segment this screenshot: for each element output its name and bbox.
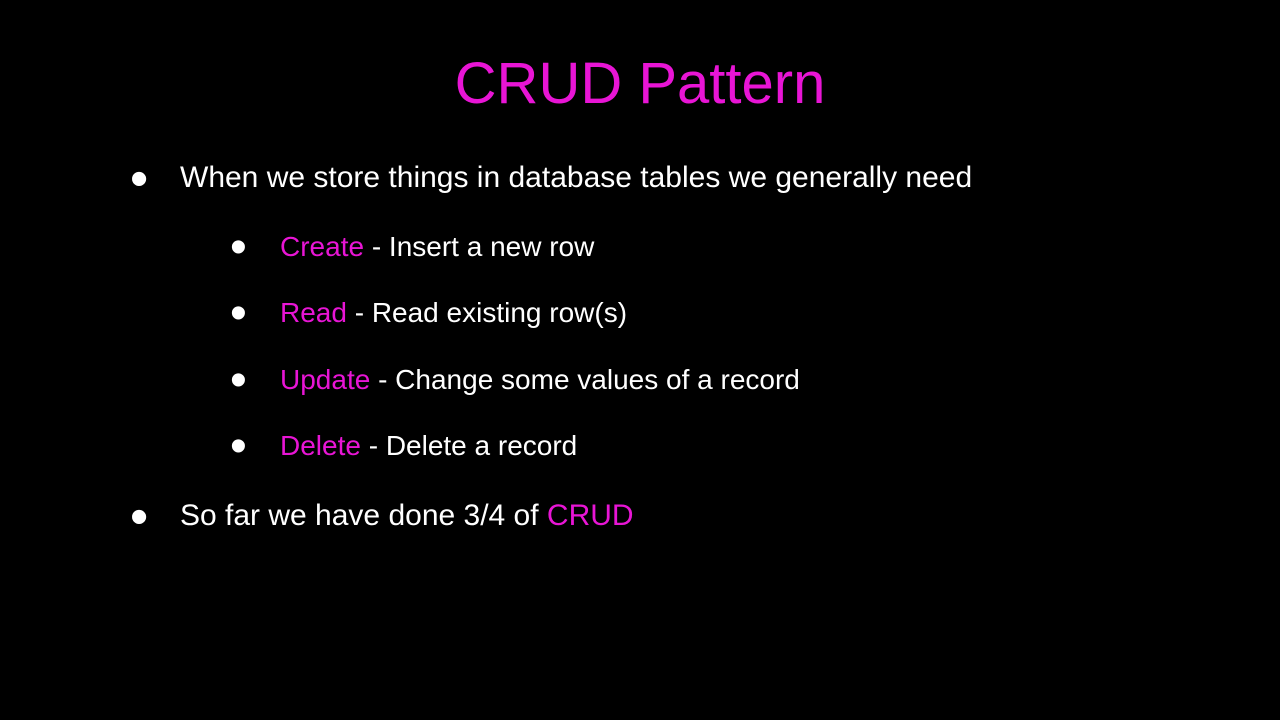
term-create: Create	[280, 231, 364, 262]
sub-item-read: Read - Read existing row(s)	[230, 295, 1220, 331]
term-update: Update	[280, 364, 370, 395]
sub-item-update: Update - Change some values of a record	[230, 362, 1220, 398]
conclusion-prefix: So far we have done 3/4 of	[180, 499, 547, 532]
desc-read: - Read existing row(s)	[347, 297, 627, 328]
conclusion-highlight: CRUD	[547, 499, 634, 532]
slide-container: CRUD Pattern When we store things in dat…	[0, 0, 1280, 720]
desc-create: - Insert a new row	[364, 231, 594, 262]
desc-update: - Change some values of a record	[370, 364, 800, 395]
intro-bullet: When we store things in database tables …	[130, 157, 1220, 465]
main-bullet-list: When we store things in database tables …	[60, 157, 1220, 537]
sub-item-create: Create - Insert a new row	[230, 229, 1220, 265]
intro-text: When we store things in database tables …	[180, 161, 972, 194]
term-delete: Delete	[280, 430, 361, 461]
conclusion-bullet: So far we have done 3/4 of CRUD	[130, 495, 1220, 537]
term-read: Read	[280, 297, 347, 328]
desc-delete: - Delete a record	[361, 430, 577, 461]
slide-title: CRUD Pattern	[60, 50, 1220, 117]
sub-bullet-list: Create - Insert a new row Read - Read ex…	[180, 229, 1220, 465]
sub-item-delete: Delete - Delete a record	[230, 428, 1220, 464]
